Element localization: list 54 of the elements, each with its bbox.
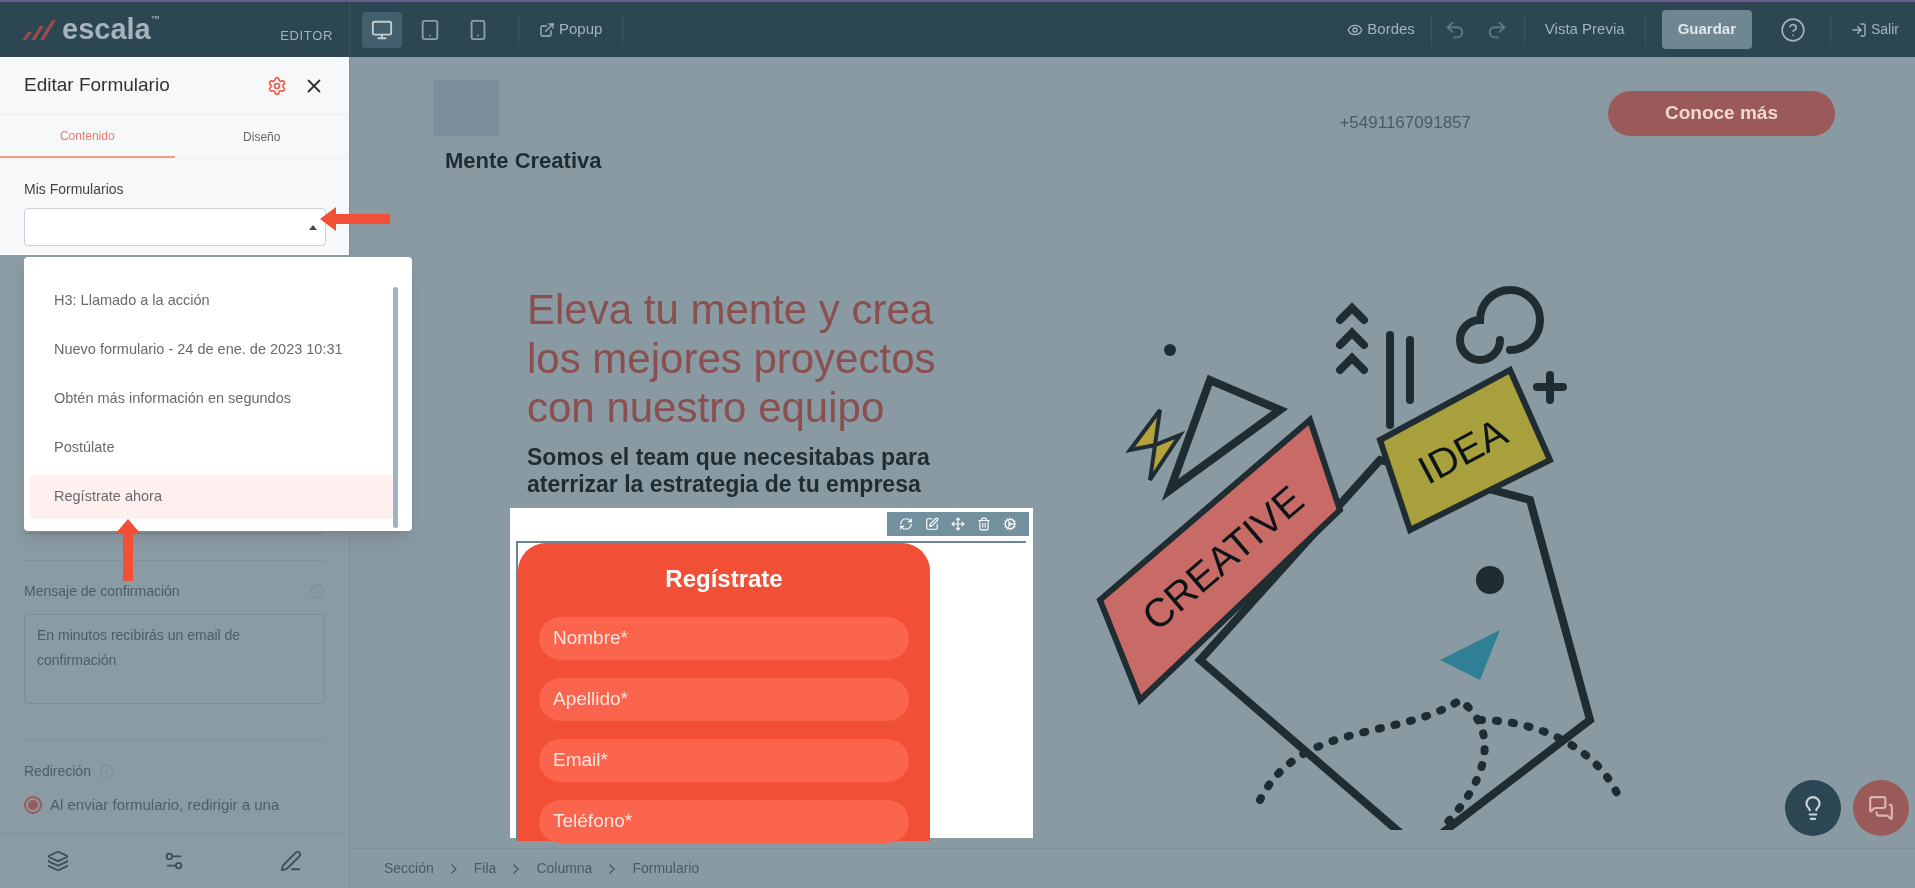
- breadcrumb-link[interactable]: Formulario: [632, 858, 700, 879]
- chat-icon: [1868, 795, 1894, 821]
- dropdown-option[interactable]: Nuevo formulario - 24 de ene. de 2023 10:31: [30, 328, 394, 372]
- radio-label: Al enviar formulario, redirigir a una: [50, 795, 280, 815]
- panel-title: Editar Formulario: [24, 73, 170, 98]
- logo-text: escala™: [62, 15, 160, 44]
- dropdown-option[interactable]: Postúlate: [30, 426, 394, 470]
- breadcrumb-link[interactable]: Columna: [536, 858, 593, 879]
- layers-icon[interactable]: [47, 850, 70, 872]
- pen-icon[interactable]: [279, 850, 302, 872]
- cta-button[interactable]: Conoce más: [1608, 91, 1835, 136]
- form-input[interactable]: Teléfono*: [539, 800, 909, 843]
- dropdown-option[interactable]: Regístrate ahora: [30, 475, 394, 519]
- tips-button[interactable]: [1785, 780, 1841, 836]
- field-label: Mensaje de confirmación: [24, 582, 180, 601]
- panel-tab[interactable]: Contenido: [0, 115, 175, 158]
- form-input[interactable]: Nombre*: [539, 617, 909, 660]
- banner-text: IDEA: [1410, 409, 1514, 493]
- logo-mark-icon: [20, 17, 58, 42]
- dropdown-option[interactable]: H3: Llamado a la acción: [30, 279, 394, 323]
- breadcrumb-link[interactable]: Sección: [384, 858, 434, 879]
- desktop-view-button[interactable]: [362, 11, 402, 48]
- confirmation-textarea[interactable]: En minutos recibirás un email de confirmación: [24, 614, 325, 704]
- brand-name: Mente Creativa: [445, 147, 602, 175]
- exit-button[interactable]: Salir: [1831, 19, 1899, 40]
- preview-button[interactable]: Vista Previa: [1524, 18, 1645, 41]
- popup-button[interactable]: Popup: [539, 18, 603, 41]
- tablet-icon: [419, 18, 441, 41]
- form-input[interactable]: Apellido*: [539, 678, 909, 721]
- scrollbar[interactable]: [393, 287, 398, 528]
- hero-subheading: Somos el team que necesitabas para aterrizar la estrategia de tu empresa: [526, 444, 931, 498]
- refresh-icon[interactable]: [899, 517, 913, 531]
- arrow-left-icon: [320, 207, 390, 231]
- borders-button[interactable]: Bordes: [1331, 18, 1431, 41]
- field-label: Redireción: [24, 762, 91, 781]
- form-input[interactable]: Email*: [539, 739, 909, 782]
- desktop-icon: [371, 18, 393, 41]
- panel-tab[interactable]: Diseño: [174, 115, 349, 158]
- hero-headline: Eleva tu mente y crea los mejores proyectos con nuestro equipo: [526, 285, 937, 432]
- breadcrumb-link[interactable]: Fila: [473, 858, 497, 879]
- move-icon[interactable]: [951, 517, 965, 531]
- trash-icon[interactable]: [977, 517, 991, 531]
- field-label: Mis Formularios: [23, 180, 125, 199]
- exit-icon: [1851, 21, 1867, 38]
- edit-icon[interactable]: [925, 517, 939, 531]
- arrow-up-icon: [116, 519, 140, 581]
- phone-number: +5491167091857: [1339, 112, 1471, 134]
- radio-button[interactable]: [24, 796, 42, 815]
- editor-label: EDITOR: [280, 26, 333, 45]
- form-title: Regístrate: [665, 564, 783, 594]
- chat-button[interactable]: [1853, 780, 1909, 836]
- external-link-icon: [539, 21, 555, 38]
- dropdown-option[interactable]: Obtén más información en segundos: [30, 377, 394, 421]
- caret-up-icon: [309, 224, 317, 230]
